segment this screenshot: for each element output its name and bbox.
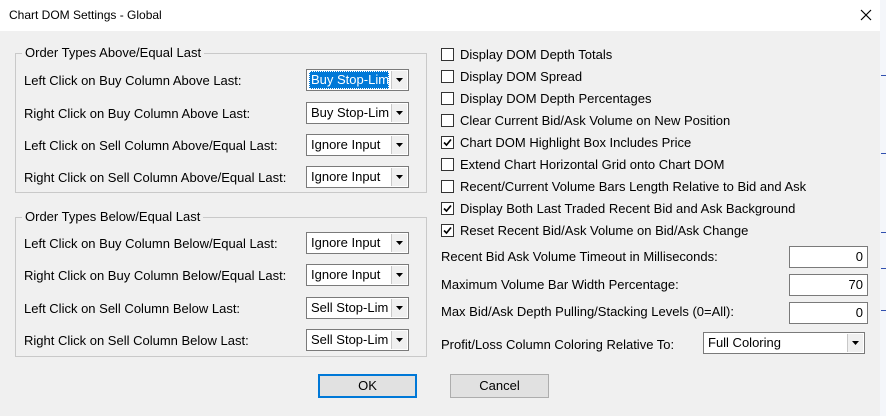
checkbox-label: Clear Current Bid/Ask Volume on New Posi… <box>460 112 731 128</box>
checkbox-label: Extend Chart Horizontal Grid onto Chart … <box>460 156 725 172</box>
above-row-1-label: Right Click on Buy Column Above Last: <box>24 106 251 121</box>
checkbox-extend-horizontal-grid[interactable]: Extend Chart Horizontal Grid onto Chart … <box>441 155 724 173</box>
below-row-0-arrow[interactable] <box>391 234 407 252</box>
pl-coloring-arrow[interactable] <box>847 334 863 352</box>
chevron-down-icon <box>396 338 403 342</box>
checkbox-box[interactable] <box>441 47 454 61</box>
ok-button[interactable]: OK <box>318 374 417 398</box>
chevron-down-icon <box>852 341 859 345</box>
below-row-2-arrow[interactable] <box>391 299 407 317</box>
above-row-1-dropdown[interactable]: Buy Stop-Limit <box>306 102 409 124</box>
max-depth-levels-input[interactable]: 0 <box>789 302 868 324</box>
checkbox-label: Recent/Current Volume Bars Length Relati… <box>460 178 807 194</box>
checkmark-icon <box>443 226 452 234</box>
cancel-button[interactable]: Cancel <box>450 374 549 398</box>
below-row-3-arrow[interactable] <box>391 331 407 349</box>
checkbox-label: Display Both Last Traded Recent Bid and … <box>460 200 796 216</box>
edge-mark <box>881 232 886 233</box>
above-row-2-dropdown[interactable]: Ignore Input <box>306 134 409 156</box>
pl-coloring-dropdown[interactable]: Full Coloring <box>703 332 865 354</box>
below-row-0-dropdown[interactable]: Ignore Input <box>306 232 409 254</box>
max-volume-bar-width-input[interactable]: 70 <box>789 274 868 296</box>
above-row-2-value: Ignore Input <box>311 137 381 152</box>
above-row-1-value: Buy Stop-Limit <box>311 105 389 120</box>
pl-coloring-label: Profit/Loss Column Coloring Relative To: <box>441 337 675 352</box>
timeout-input[interactable]: 0 <box>789 246 868 268</box>
above-row-0-dropdown[interactable]: Buy Stop-Limit <box>306 69 409 91</box>
checkbox-reset-recent-volume[interactable]: Reset Recent Bid/Ask Volume on Bid/Ask C… <box>441 221 748 239</box>
close-button[interactable] <box>851 1 881 29</box>
checkbox-label: Reset Recent Bid/Ask Volume on Bid/Ask C… <box>460 222 749 238</box>
chevron-down-icon <box>396 175 403 179</box>
group-above-label: Order Types Above/Equal Last <box>22 45 205 60</box>
edge-mark <box>881 75 886 76</box>
chevron-down-icon <box>396 306 403 310</box>
window-title: Chart DOM Settings - Global <box>9 8 162 22</box>
title-bar: Chart DOM Settings - Global <box>0 0 886 31</box>
checkbox-box[interactable] <box>441 179 454 193</box>
below-row-2-label: Left Click on Sell Column Below Last: <box>24 301 241 316</box>
above-row-0-value: Buy Stop-Limit <box>309 71 389 89</box>
above-row-0-label: Left Click on Buy Column Above Last: <box>24 73 242 88</box>
dialog-body: Order Types Above/Equal Last Left Click … <box>0 31 880 416</box>
checkbox-label: Display DOM Depth Totals <box>460 46 613 62</box>
checkbox-box[interactable] <box>441 157 454 171</box>
chevron-down-icon <box>396 241 403 245</box>
below-row-2-value: Sell Stop-Limit <box>311 300 389 315</box>
below-row-1-label: Right Click on Buy Column Below/Equal La… <box>24 268 287 283</box>
above-row-2-label: Left Click on Sell Column Above/Equal La… <box>24 138 278 153</box>
close-icon <box>860 9 872 21</box>
timeout-label: Recent Bid Ask Volume Timeout in Millise… <box>441 249 718 264</box>
below-row-1-dropdown[interactable]: Ignore Input <box>306 264 409 286</box>
checkbox-box[interactable] <box>441 223 454 237</box>
below-row-1-value: Ignore Input <box>311 267 381 282</box>
checkbox-box[interactable] <box>441 69 454 83</box>
below-row-2-dropdown[interactable]: Sell Stop-Limit <box>306 297 409 319</box>
checkmark-icon <box>443 204 452 212</box>
below-row-0-value: Ignore Input <box>311 235 381 250</box>
pl-coloring-value: Full Coloring <box>708 335 781 350</box>
checkbox-highlight-box-includes-price[interactable]: Chart DOM Highlight Box Includes Price <box>441 133 691 151</box>
chevron-down-icon <box>396 143 403 147</box>
chevron-down-icon <box>396 111 403 115</box>
checkbox-display-both-last-traded[interactable]: Display Both Last Traded Recent Bid and … <box>441 199 795 217</box>
checkbox-display-dom-depth-percentages[interactable]: Display DOM Depth Percentages <box>441 89 651 107</box>
chevron-down-icon <box>396 273 403 277</box>
edge-mark <box>881 153 886 154</box>
edge-mark <box>881 268 886 269</box>
below-row-1-arrow[interactable] <box>391 266 407 284</box>
below-row-3-dropdown[interactable]: Sell Stop-Limit <box>306 329 409 351</box>
above-row-3-dropdown[interactable]: Ignore Input <box>306 166 409 188</box>
checkbox-box[interactable] <box>441 201 454 215</box>
checkmark-icon <box>443 138 452 146</box>
background-window-edge <box>880 0 886 416</box>
below-row-0-label: Left Click on Buy Column Below/Equal Las… <box>24 236 278 251</box>
checkbox-box[interactable] <box>441 91 454 105</box>
above-row-3-label: Right Click on Sell Column Above/Equal L… <box>24 170 287 185</box>
checkbox-volume-bars-relative[interactable]: Recent/Current Volume Bars Length Relati… <box>441 177 806 195</box>
checkbox-box[interactable] <box>441 135 454 149</box>
max-volume-bar-width-label: Maximum Volume Bar Width Percentage: <box>441 277 679 292</box>
checkbox-display-dom-depth-totals[interactable]: Display DOM Depth Totals <box>441 45 612 63</box>
checkbox-display-dom-spread[interactable]: Display DOM Spread <box>441 67 582 85</box>
below-row-3-value: Sell Stop-Limit <box>311 332 389 347</box>
above-row-1-arrow[interactable] <box>391 104 407 122</box>
above-row-3-arrow[interactable] <box>391 168 407 186</box>
checkbox-label: Chart DOM Highlight Box Includes Price <box>460 134 692 150</box>
above-row-2-arrow[interactable] <box>391 136 407 154</box>
checkbox-clear-volume-new-position[interactable]: Clear Current Bid/Ask Volume on New Posi… <box>441 111 730 129</box>
checkbox-label: Display DOM Spread <box>460 68 583 84</box>
above-row-0-arrow[interactable] <box>391 71 407 89</box>
chevron-down-icon <box>396 78 403 82</box>
group-below-label: Order Types Below/Equal Last <box>22 209 204 224</box>
checkbox-box[interactable] <box>441 113 454 127</box>
edge-mark <box>881 310 886 311</box>
max-depth-levels-label: Max Bid/Ask Depth Pulling/Stacking Level… <box>441 304 734 319</box>
above-row-3-value: Ignore Input <box>311 169 381 184</box>
checkbox-label: Display DOM Depth Percentages <box>460 90 652 106</box>
below-row-3-label: Right Click on Sell Column Below Last: <box>24 333 249 348</box>
